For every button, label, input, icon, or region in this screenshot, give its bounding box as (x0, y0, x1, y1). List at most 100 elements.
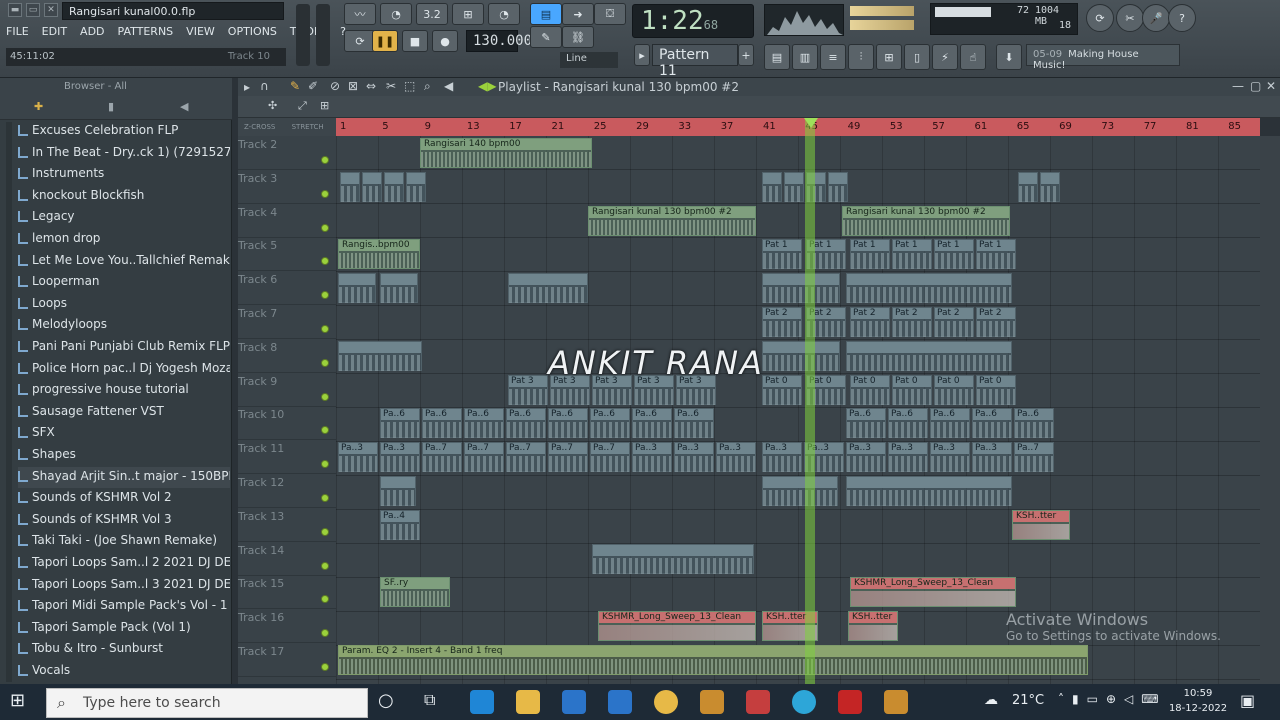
track-header[interactable]: Track 6 (238, 271, 336, 306)
playlist-clip[interactable]: Pa..6 (972, 408, 1012, 439)
playlist-clip[interactable]: Rangisari 140 bpm00 (420, 138, 592, 168)
browser-folder-item[interactable]: Police Horn pac..l Dj Yogesh Mozar (18, 359, 230, 380)
metronome-button[interactable]: ◔ (380, 3, 412, 25)
pattern-prev-icon[interactable]: ▸ (634, 44, 650, 66)
playlist-clip[interactable] (592, 543, 754, 574)
track-mute-led[interactable] (321, 156, 329, 164)
track-header[interactable]: Track 13 (238, 508, 336, 542)
track-mute-led[interactable] (321, 561, 329, 570)
playlist-clip[interactable] (762, 476, 838, 506)
playlist-clip[interactable]: Pat 0 (762, 374, 802, 405)
stretch-label[interactable]: STRETCH (292, 123, 324, 131)
playlist-clip[interactable]: Pa..3 (632, 442, 672, 473)
playlist-clip[interactable]: Pat 2 (762, 307, 802, 337)
playlist-clip[interactable]: Pat 2 (850, 307, 890, 337)
playlist-clip[interactable]: Pa..6 (380, 408, 420, 439)
playlist-clip[interactable]: Pat 1 (762, 239, 802, 270)
playlist-clip[interactable] (828, 171, 848, 202)
browser-folder-item[interactable]: Sounds of KSHMR Vol 2 (18, 488, 230, 509)
browser-folder-item[interactable]: Legacy (18, 207, 230, 228)
track-header[interactable]: Track 4 (238, 204, 336, 238)
playlist-clip[interactable]: Pat 1 (976, 239, 1016, 270)
link-icon[interactable]: ⛓ (562, 26, 594, 48)
playlist-clip[interactable]: Pa..6 (548, 408, 588, 439)
store-icon[interactable] (562, 690, 586, 714)
playlist-clip[interactable] (340, 171, 360, 202)
playlist-clip[interactable]: Pa..7 (1014, 442, 1054, 473)
master-pitch-slider[interactable] (316, 4, 330, 66)
menu-patterns[interactable]: PATTERNS (116, 24, 176, 42)
track-header[interactable]: Track 7 (238, 305, 336, 339)
track-mute-led[interactable] (321, 257, 329, 266)
zcross-label[interactable]: Z-CROSS (244, 123, 275, 131)
playlist-clip[interactable]: Pa..3 (762, 442, 802, 473)
typing-keyboard-button[interactable]: ▤ (530, 3, 562, 25)
browser-folder-item[interactable]: knockout Blockfish (18, 186, 230, 207)
browser-folder-item[interactable]: Tobu & Itro - Sunburst (18, 639, 230, 660)
browser-app-icon[interactable] (792, 690, 816, 714)
news-panel[interactable]: 05-09 Making House Music! (1026, 44, 1180, 71)
recorder-icon[interactable] (746, 690, 770, 714)
wait-input-icon[interactable]: ⛋ (594, 3, 626, 25)
microphone-icon[interactable]: 🎤 (1142, 4, 1170, 32)
slice-tool-icon[interactable]: ✂ (386, 79, 396, 93)
playlist-minimize-icon[interactable]: — (1232, 79, 1244, 93)
master-volume-slider[interactable] (296, 4, 310, 66)
track-mute-led[interactable] (321, 291, 329, 300)
file-explorer-icon[interactable] (516, 690, 540, 714)
playlist-clip[interactable]: SF..ry (380, 577, 450, 608)
refresh-icon[interactable]: ⟳ (1086, 4, 1114, 32)
track-header[interactable]: Track 3 (238, 170, 336, 204)
track-header[interactable]: Track 15 (238, 575, 336, 610)
playlist-clip[interactable]: Pa..7 (590, 442, 630, 473)
track-mute-led[interactable] (321, 460, 329, 469)
fl-studio-icon[interactable] (700, 690, 724, 714)
touch-icon[interactable]: ☝ (960, 44, 986, 70)
task-view-icon[interactable]: ⧉ (424, 690, 448, 714)
playlist-clip[interactable]: Pa..3 (674, 442, 714, 473)
playlist-clip[interactable] (1040, 171, 1060, 202)
browser-folder-item[interactable]: Shapes (18, 445, 230, 466)
playlist-clip[interactable]: Pa..4 (380, 509, 420, 540)
playlist-clip[interactable]: Pat 0 (934, 374, 974, 405)
browser-folder-item[interactable]: Pani Pani Punjabi Club Remix FLP (18, 337, 230, 358)
playlist-clip[interactable] (846, 273, 1012, 304)
mute-tool-icon[interactable]: ⊠ (348, 79, 358, 93)
help-icon[interactable]: ? (1168, 4, 1196, 32)
playlist-clip[interactable] (846, 476, 1012, 506)
playlist-clip[interactable]: Pa..6 (422, 408, 462, 439)
plugin-icon[interactable]: ⚡ (932, 44, 958, 70)
track-mute-led[interactable] (321, 527, 329, 536)
menu-view[interactable]: VIEW (184, 24, 217, 42)
browser-folder-item[interactable]: Tapori Loops Sam..l 3 2021 DJ DEVX (18, 575, 230, 596)
channel-rack-icon[interactable]: ≡ (820, 44, 846, 70)
playlist-clip[interactable]: Pa..7 (464, 442, 504, 473)
snap-icon[interactable]: ⤢ (298, 99, 307, 113)
browser-file-icon[interactable]: ▮ (108, 100, 114, 113)
browser-folder-item[interactable]: In The Beat - Dry..ck 1) (72915274) (18, 143, 230, 164)
track-mute-led[interactable] (321, 392, 329, 401)
browser-folder-item[interactable]: Vocals (18, 661, 230, 682)
playlist-clip[interactable]: Pa..3 (716, 442, 756, 473)
playlist-clip[interactable] (338, 273, 376, 304)
countdown-button[interactable]: 3.2 (416, 3, 448, 25)
record-button[interactable]: ● (432, 30, 458, 52)
red-app-icon[interactable] (838, 690, 862, 714)
playlist-clip[interactable]: Pa..6 (590, 408, 630, 439)
playlist-clip[interactable]: Pat 3 (508, 374, 548, 405)
playlist-clip[interactable]: Pa..7 (548, 442, 588, 473)
playlist-clip[interactable]: Pa..6 (464, 408, 504, 439)
menu-file[interactable]: FILE (4, 24, 31, 42)
track-mute-led[interactable] (321, 358, 329, 367)
playlist-window-icon[interactable]: ▤ (764, 44, 790, 70)
cut-icon[interactable]: ✂ (1116, 4, 1144, 32)
playlist-clip[interactable]: Pa..3 (972, 442, 1012, 473)
playlist-clip[interactable]: Pa..6 (1014, 408, 1054, 439)
track-header[interactable]: Track 2 (238, 136, 336, 170)
playlist-clip[interactable]: Pat 2 (892, 307, 932, 337)
playlist-clip[interactable]: Rangisari kunal 130 bpm00 #2 (842, 205, 1010, 236)
playlist-arrow-icon[interactable]: ◀▶ (478, 79, 496, 93)
playhead[interactable] (805, 118, 815, 684)
edge-icon[interactable] (470, 690, 494, 714)
song-time-display[interactable]: 1:2268 (632, 4, 754, 38)
